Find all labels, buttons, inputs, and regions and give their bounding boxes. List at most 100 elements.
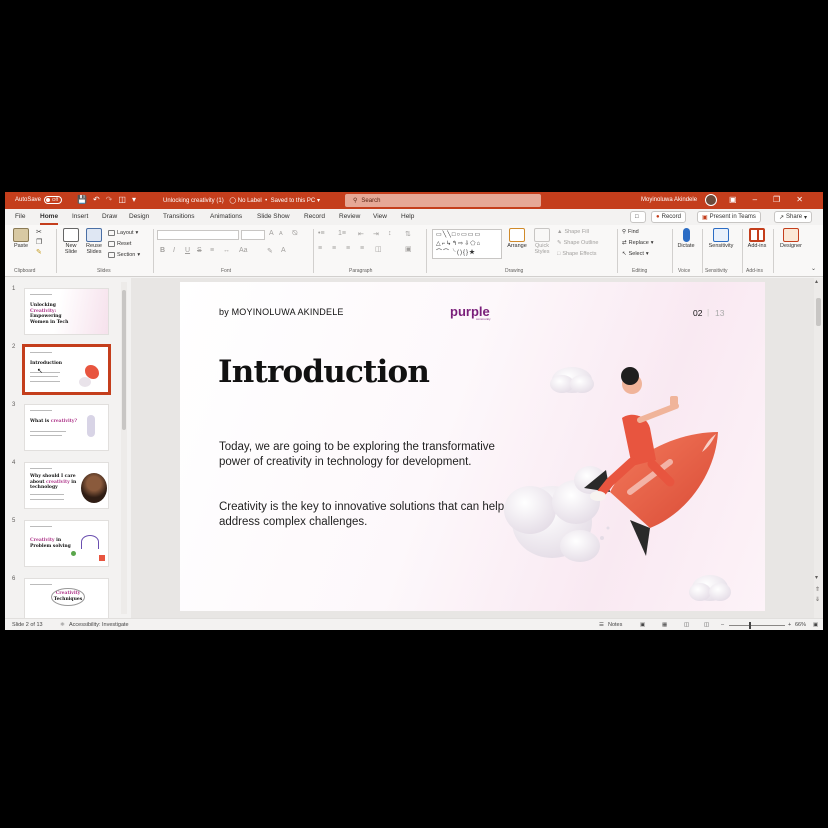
tab-animations[interactable]: Animations — [210, 213, 242, 220]
normal-view-icon[interactable]: ▣ — [640, 622, 645, 628]
strikethrough-button[interactable]: S — [197, 247, 202, 254]
find-button[interactable]: ⚲ Find — [622, 229, 639, 235]
close-icon[interactable]: ✕ — [796, 195, 803, 204]
bullets-icon[interactable]: •≡ — [318, 230, 325, 237]
font-size-field[interactable] — [241, 230, 265, 240]
record-button[interactable]: ● Record — [651, 211, 686, 223]
highlight-icon[interactable]: ✎ — [267, 247, 273, 255]
scroll-down-icon[interactable]: ▾ — [815, 574, 818, 581]
numbering-icon[interactable]: 1≡ — [338, 230, 346, 237]
avatar[interactable] — [705, 194, 717, 206]
editor-scrollbar[interactable]: ▴ ▾ ⇑ ⇓ — [814, 278, 823, 618]
tab-insert[interactable]: Insert — [72, 213, 88, 220]
collapse-ribbon-icon[interactable]: ⌄ — [811, 265, 816, 272]
align-right-icon[interactable]: ≡ — [346, 245, 350, 252]
maximize-icon[interactable]: ❐ — [773, 195, 780, 204]
thumbnails-scrollbar[interactable] — [121, 282, 127, 614]
select-button[interactable]: ↖ Select ▾ — [622, 251, 649, 257]
shapes-gallery[interactable]: ▭╲╲□○▭▭▭ △⌐↳↰⇨⇩⬠⌂ ⌒⌒╰(){}★ — [432, 229, 502, 259]
tab-view[interactable]: View — [373, 213, 387, 220]
designer-button[interactable]: Designer — [777, 228, 805, 249]
bold-button[interactable]: B — [160, 247, 165, 254]
slide-thumbnail-6[interactable]: Creativity Techniques — [24, 578, 109, 618]
zoom-slider-thumb[interactable] — [749, 622, 751, 629]
notes-button[interactable]: Notes — [608, 622, 622, 628]
undo-icon[interactable]: ↶ — [93, 195, 100, 204]
character-spacing-icon[interactable]: ↔ — [223, 247, 230, 254]
tab-home[interactable]: Home — [40, 213, 59, 225]
tab-file[interactable]: File — [15, 213, 25, 220]
next-slide-icon[interactable]: ⇓ — [815, 596, 820, 603]
tab-record[interactable]: Record — [304, 213, 325, 220]
reset-button[interactable]: Reset — [108, 241, 131, 247]
grow-font-icon[interactable]: A — [269, 230, 274, 237]
slide-thumbnail-1[interactable]: Unlocking Creativity: Empowering Women i… — [24, 288, 109, 335]
reading-view-icon[interactable]: ◫ — [684, 622, 689, 628]
paste-button[interactable]: Paste — [10, 228, 32, 249]
cut-icon[interactable]: ✂ — [36, 228, 42, 236]
sensitivity-button[interactable]: Sensitivity — [705, 228, 737, 249]
present-in-teams-button[interactable]: ▣ Present in Teams — [697, 211, 761, 223]
autosave-toggle[interactable]: Off — [44, 196, 63, 204]
comments-button[interactable]: □ — [630, 211, 646, 223]
italic-button[interactable]: I — [173, 247, 175, 254]
justify-icon[interactable]: ≡ — [360, 245, 364, 252]
shape-fill-button[interactable]: ▲ Shape Fill — [557, 229, 589, 235]
slide-thumbnail-5[interactable]: Creativity in Problem solving — [24, 520, 109, 567]
save-icon[interactable]: 💾 — [77, 195, 87, 204]
font-color-icon[interactable]: A — [281, 247, 286, 254]
customize-qat-icon[interactable]: ▾ — [132, 195, 136, 204]
tab-transitions[interactable]: Transitions — [163, 213, 195, 220]
underline-button[interactable]: U — [185, 247, 190, 254]
redo-icon[interactable]: ↷ — [106, 195, 113, 204]
zoom-level[interactable]: 66% — [795, 622, 806, 628]
zoom-slider[interactable] — [729, 625, 785, 626]
arrange-button[interactable]: Arrange — [505, 228, 529, 249]
copy-icon[interactable]: ❐ — [36, 238, 42, 246]
share-button[interactable]: ↗ Share ▾ — [774, 211, 813, 223]
accessibility-status[interactable]: Accessibility: Investigate — [69, 622, 129, 628]
section-button[interactable]: Section ▾ — [108, 252, 140, 258]
present-icon[interactable]: ◫ — [118, 195, 126, 204]
columns-icon[interactable]: ◫ — [375, 245, 382, 253]
slide-sorter-icon[interactable]: ▦ — [662, 622, 667, 628]
shape-outline-button[interactable]: ✎ Shape Outline — [557, 240, 598, 246]
fit-to-window-icon[interactable]: ▣ — [813, 622, 818, 628]
slide-thumbnail-3[interactable]: What is creativity? — [24, 404, 109, 451]
tab-slide-show[interactable]: Slide Show — [257, 213, 290, 220]
reuse-slides-button[interactable]: Reuse Slides — [84, 228, 104, 255]
new-slide-button[interactable]: New Slide — [61, 228, 81, 255]
line-spacing-icon[interactable]: ↕ — [388, 230, 392, 237]
tab-help[interactable]: Help — [401, 213, 414, 220]
document-title[interactable]: Unlocking creativity (1) ◯ No Label • Sa… — [163, 197, 320, 204]
align-left-icon[interactable]: ≡ — [318, 245, 322, 252]
zoom-in-icon[interactable]: + — [788, 622, 791, 628]
quick-styles-button[interactable]: Quick Styles — [531, 228, 553, 255]
autosave[interactable]: AutoSave Off — [15, 196, 63, 204]
tab-review[interactable]: Review — [339, 213, 360, 220]
current-slide[interactable]: by MOYINOLUWA AKINDELE purple community … — [180, 282, 765, 611]
text-shadow-icon[interactable]: ≡ — [210, 247, 214, 254]
minimize-icon[interactable]: – — [753, 195, 757, 204]
user-name[interactable]: Moyinoluwa Akindele — [641, 197, 697, 203]
slide-title[interactable]: Introduction — [218, 354, 430, 390]
scroll-up-icon[interactable]: ▴ — [815, 278, 818, 285]
replace-button[interactable]: ⇄ Replace ▾ — [622, 240, 654, 246]
change-case-icon[interactable]: Aa — [239, 247, 248, 254]
search-box[interactable]: ⚲ Search — [345, 194, 541, 207]
previous-slide-icon[interactable]: ⇑ — [815, 586, 820, 593]
font-name-field[interactable] — [157, 230, 239, 240]
shrink-font-icon[interactable]: A — [279, 231, 283, 237]
slide-paragraph-1[interactable]: Today, we are going to be exploring the … — [219, 440, 509, 470]
dictate-button[interactable]: Dictate — [675, 228, 697, 249]
tab-design[interactable]: Design — [129, 213, 149, 220]
slide-show-icon[interactable]: ◫ — [704, 622, 709, 628]
increase-indent-icon[interactable]: ⇥ — [373, 230, 379, 238]
format-painter-icon[interactable]: ✎ — [36, 248, 42, 256]
align-center-icon[interactable]: ≡ — [332, 245, 336, 252]
clear-formatting-icon[interactable]: ⦰ — [292, 230, 298, 238]
shape-effects-button[interactable]: □ Shape Effects — [557, 251, 596, 257]
add-ins-button[interactable]: Add-ins — [745, 228, 769, 249]
zoom-out-icon[interactable]: – — [721, 622, 724, 628]
layout-button[interactable]: Layout ▾ — [108, 230, 138, 236]
